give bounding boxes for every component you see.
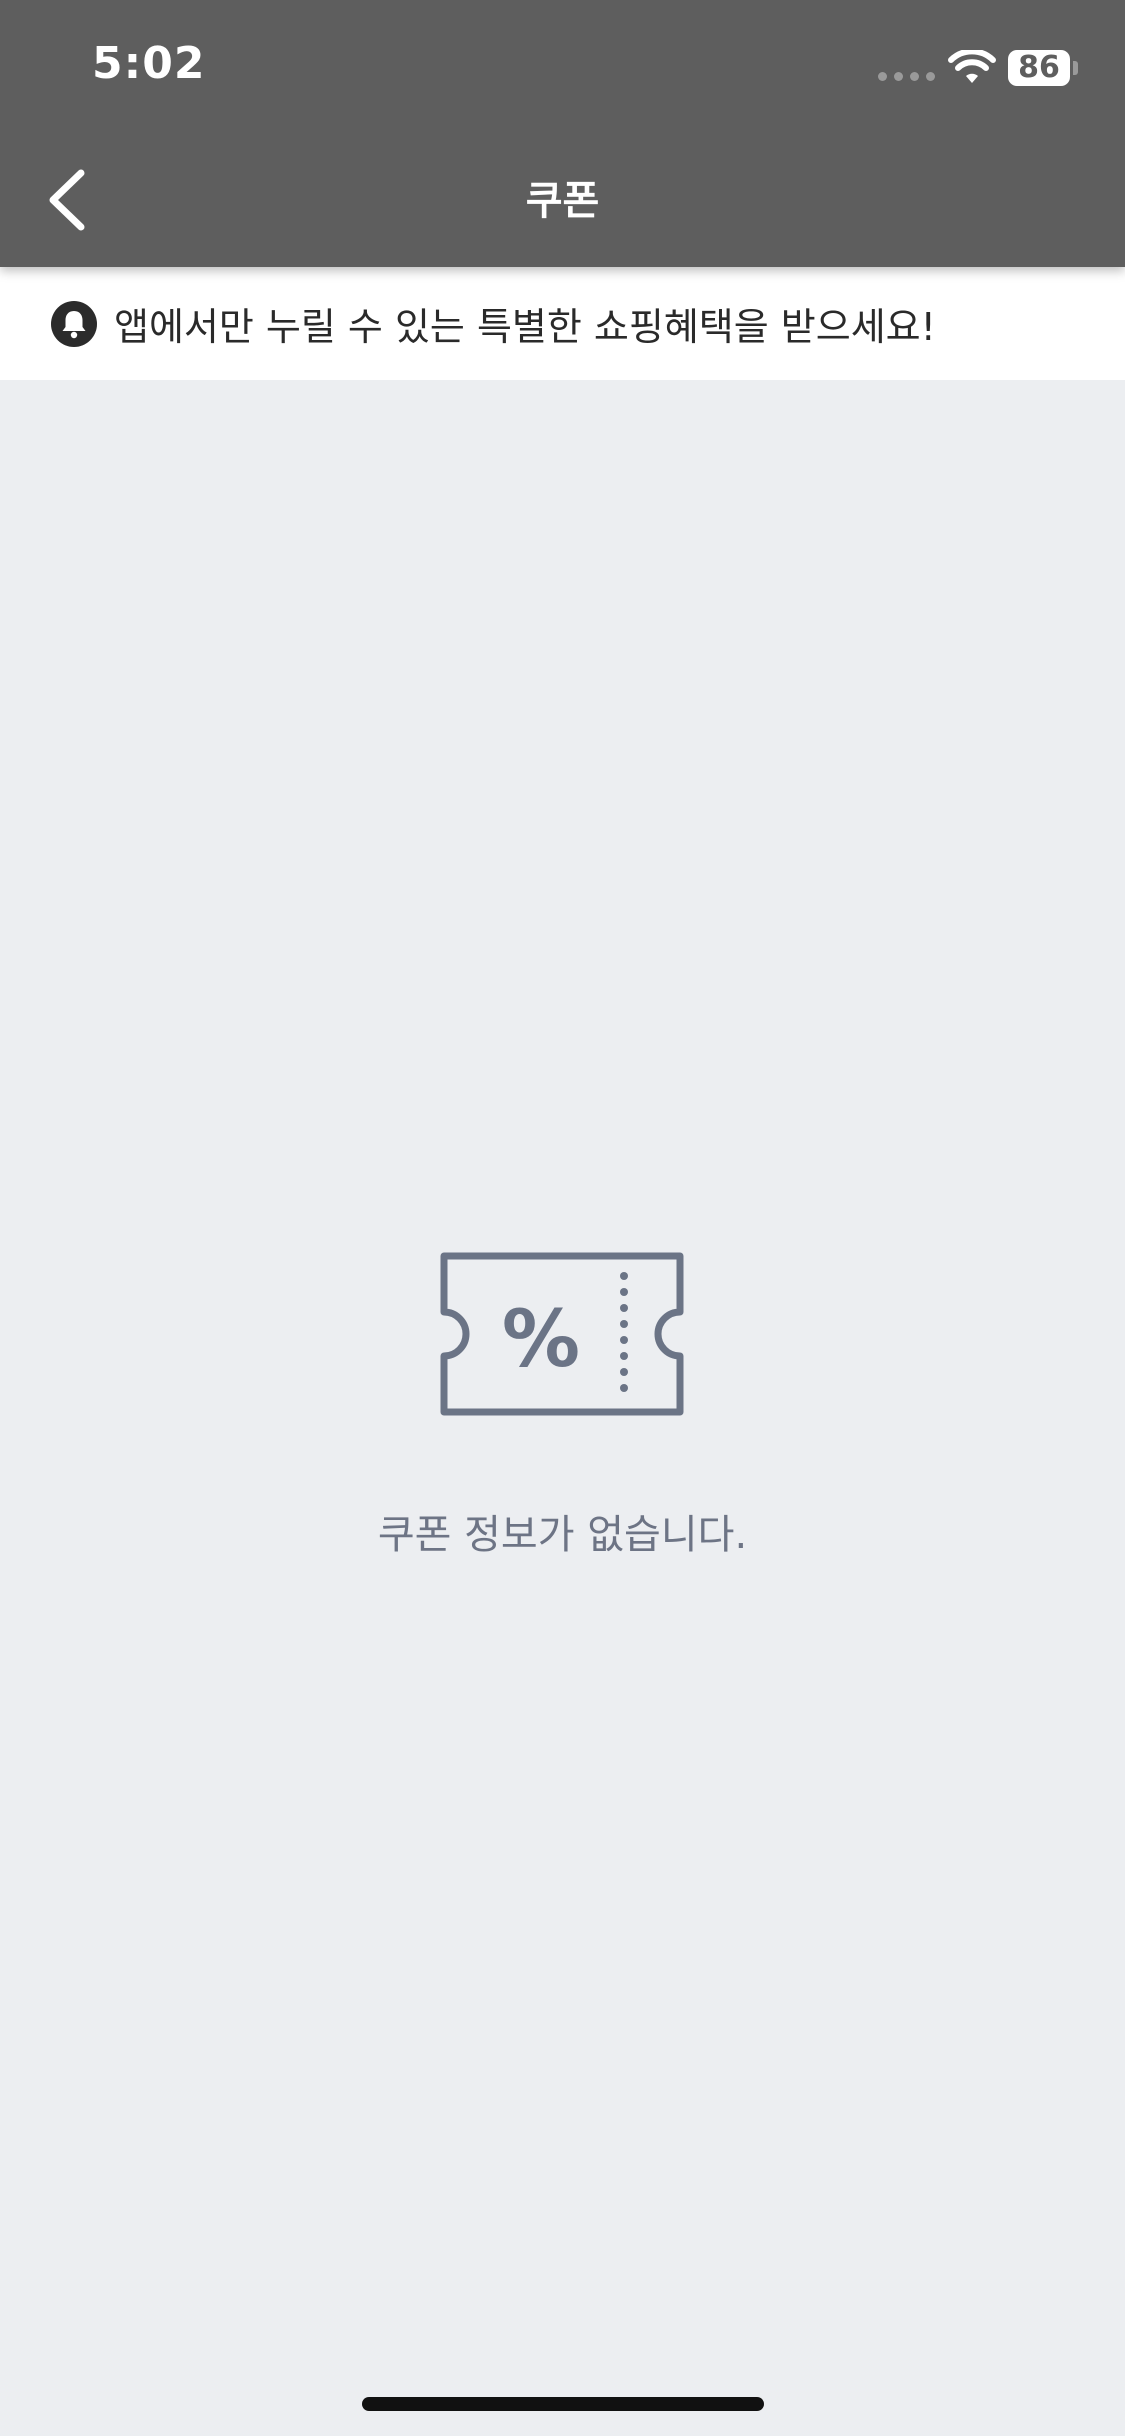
app-header: 5:02 86 쿠폰 <box>0 0 1125 267</box>
bell-icon <box>51 301 97 347</box>
home-indicator[interactable] <box>362 2397 764 2411</box>
page-title: 쿠폰 <box>525 178 600 224</box>
empty-state-message: 쿠폰 정보가 없습니다. <box>377 1512 748 1558</box>
notice-text: 앱에서만 누릴 수 있는 특별한 쇼핑혜택을 받으세요! <box>114 305 936 349</box>
status-time: 5:02 <box>92 38 206 89</box>
battery-tip <box>1073 61 1078 75</box>
cellular-signal-icon <box>878 72 935 81</box>
coupon-percent-icon: % <box>440 1252 684 1416</box>
battery-icon: 86 <box>1008 50 1070 86</box>
svg-text:%: % <box>502 1295 580 1385</box>
wifi-icon <box>948 50 996 83</box>
